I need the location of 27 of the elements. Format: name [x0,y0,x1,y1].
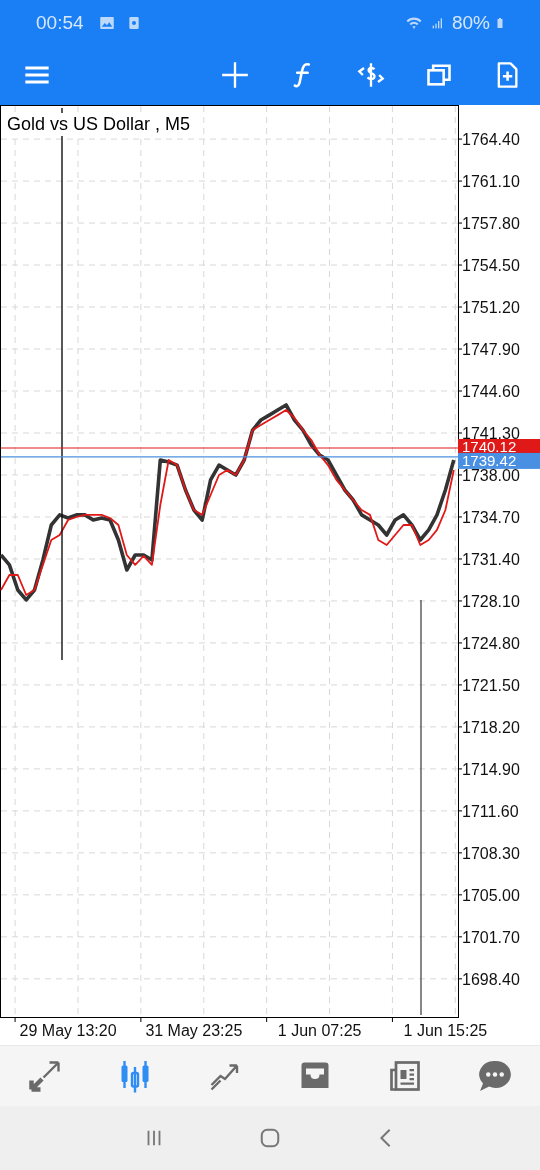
axis-label: 1 Jun 07:25 [277,1022,362,1039]
axis-label: 1718.20 [462,718,520,736]
axis-label: 1701.70 [462,928,520,946]
axis-label: 1751.20 [462,299,520,317]
axis-label: 1698.40 [462,970,520,988]
axis-label: 1705.00 [462,886,520,904]
axis-label: 1744.60 [462,383,520,400]
axis-label: 1711.60 [462,802,519,820]
axis-label: 1724.80 [462,634,520,652]
axis-label: 1747.90 [462,341,520,358]
axis-label: 1708.30 [462,844,520,862]
axis-label: 29 May 13:20 [19,1022,117,1039]
axis-label: 1734.70 [462,508,520,526]
axis-label: 1731.40 [462,550,520,568]
axis-label: 1 Jun 15:25 [403,1022,488,1039]
axis-label: 1714.90 [462,760,520,778]
axis-label: 1761.10 [462,173,520,191]
axis-label: 1764.40 [462,131,520,149]
axis-label: 1721.50 [462,676,520,694]
clock-time: 00:54 [36,11,84,34]
chart-title: Gold vs US Dollar , M5 [5,113,193,136]
axis-label: 1728.10 [462,592,520,610]
axis-label: 1738.00 [462,467,520,484]
battery-level: 80% [451,11,490,34]
axis-label: 1754.50 [462,257,520,275]
axis-label: 1757.80 [462,215,520,233]
axis-label: 31 May 23:25 [145,1022,243,1039]
